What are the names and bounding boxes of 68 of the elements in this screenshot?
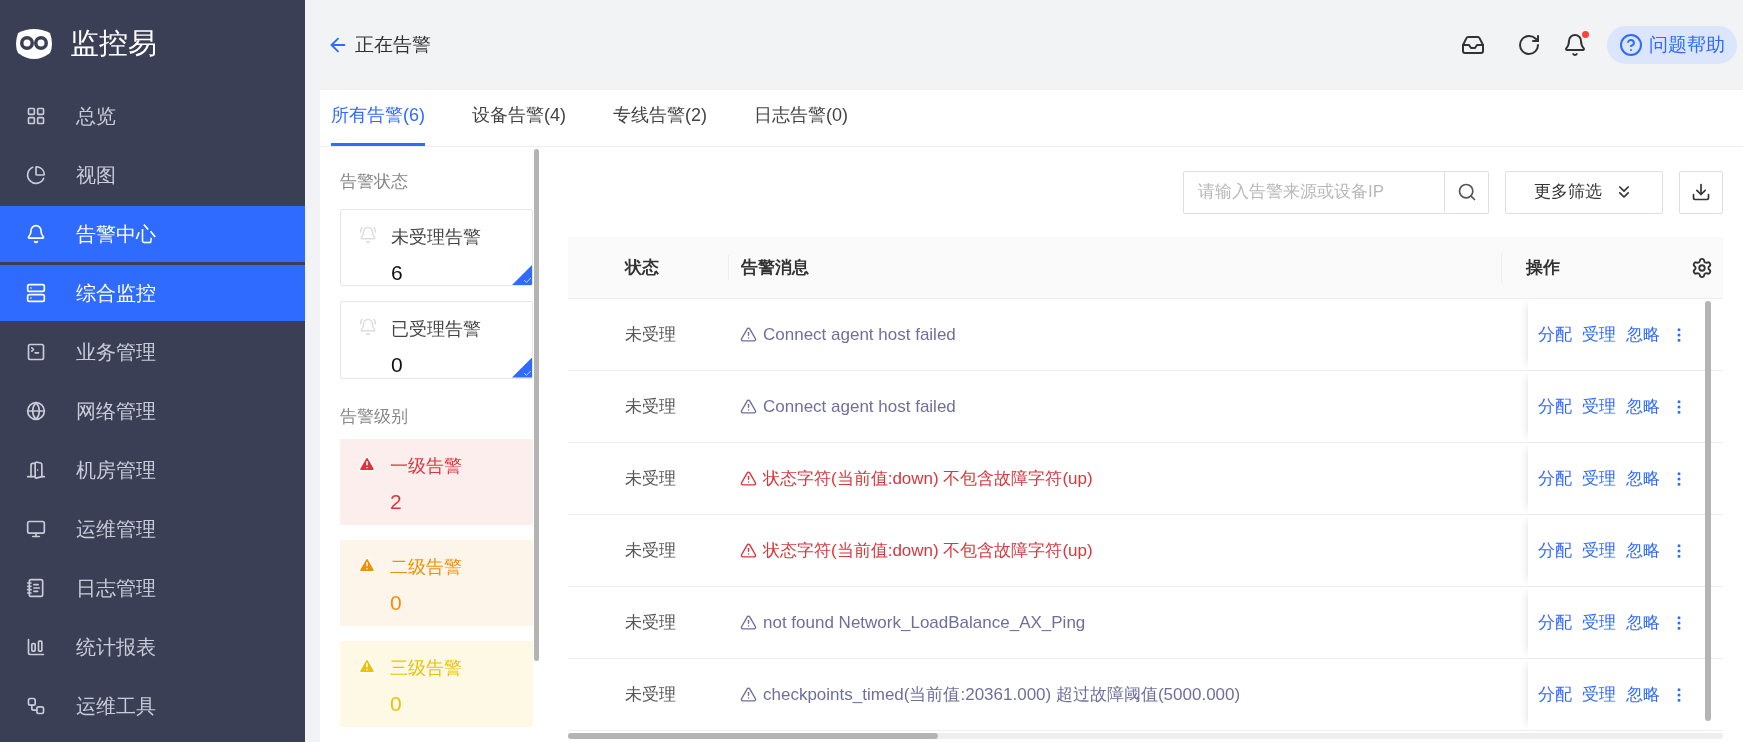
sidebar-item[interactable]: 总览 bbox=[0, 88, 305, 144]
tab[interactable]: 设备告警(4) bbox=[472, 102, 566, 146]
action-link[interactable]: 忽略 bbox=[1626, 465, 1660, 492]
alarm-message: Connect agent host failed bbox=[728, 321, 1513, 348]
column-header: 状态 bbox=[623, 256, 660, 279]
alarm-message: 状态字符(当前值:down) 不包含故障字符(up) bbox=[728, 537, 1513, 564]
alarm-message: 状态字符(当前值:down) 不包含故障字符(up) bbox=[728, 465, 1513, 492]
alarm-message: not found Network_LoadBalance_AX_Ping bbox=[728, 609, 1513, 636]
action-link[interactable]: 忽略 bbox=[1626, 537, 1660, 564]
help-button[interactable]: 问题帮助 bbox=[1607, 26, 1737, 64]
sidebar-item[interactable]: 统计报表 bbox=[0, 619, 305, 675]
tab[interactable]: 所有告警(6) bbox=[331, 102, 425, 146]
card-count: 0 bbox=[390, 590, 403, 616]
sidebar-item[interactable]: 视图 bbox=[0, 147, 305, 203]
action-link[interactable]: 分配 bbox=[1538, 609, 1572, 636]
tab[interactable]: 专线告警(2) bbox=[613, 102, 707, 146]
section-title: 告警状态 bbox=[340, 171, 409, 193]
action-link[interactable]: 忽略 bbox=[1626, 681, 1660, 708]
action-link[interactable]: 分配 bbox=[1538, 321, 1572, 348]
table-cell-text: 未受理 bbox=[624, 395, 677, 418]
alarm-message: Connect agent host failed bbox=[728, 393, 1513, 420]
card-count: 0 bbox=[390, 691, 403, 717]
action-link[interactable]: 分配 bbox=[1538, 465, 1572, 492]
card-label: 二级告警 bbox=[390, 556, 462, 579]
page-title: 正在告警 bbox=[355, 32, 431, 57]
card-label: 一级告警 bbox=[390, 455, 462, 478]
card-label: 三级告警 bbox=[390, 657, 462, 680]
status-filter-card[interactable]: 已受理告警 0 bbox=[340, 301, 533, 379]
column-header: 操作 bbox=[1524, 256, 1561, 279]
card-label: 已受理告警 bbox=[391, 318, 481, 341]
card-count: 6 bbox=[391, 259, 404, 285]
card-count: 2 bbox=[390, 489, 403, 515]
table-cell-text: 未受理 bbox=[624, 539, 677, 562]
action-link[interactable]: 受理 bbox=[1582, 681, 1616, 708]
level-filter-card[interactable]: 一级告警 2 bbox=[340, 439, 533, 525]
table-cell-text: 未受理 bbox=[624, 323, 677, 346]
card-label: 未受理告警 bbox=[391, 225, 481, 249]
alarm-message: checkpoints_timed(当前值:20361.000) 超过故障阈值(5000.000) bbox=[728, 681, 1513, 708]
action-link[interactable]: 受理 bbox=[1582, 537, 1616, 564]
sidebar-item[interactable]: 综合监控 bbox=[0, 265, 305, 321]
table-cell-text: 未受理 bbox=[624, 467, 677, 490]
action-link[interactable]: 受理 bbox=[1582, 609, 1616, 636]
action-link[interactable]: 受理 bbox=[1582, 393, 1616, 420]
status-filter-card[interactable]: 未受理告警 6 bbox=[340, 208, 533, 286]
more-filter-button[interactable]: 更多筛选 bbox=[1505, 170, 1663, 214]
sidebar-item[interactable]: 运维工具 bbox=[0, 678, 305, 734]
sidebar-item[interactable]: 告警中心 bbox=[0, 206, 305, 262]
column-header: 告警消息 bbox=[728, 254, 1501, 281]
table-cell-text: 未受理 bbox=[624, 683, 677, 706]
sidebar-item[interactable]: 运维管理 bbox=[0, 501, 305, 557]
card-count: 0 bbox=[391, 352, 404, 378]
sidebar-item[interactable]: 机房管理 bbox=[0, 442, 305, 498]
sidebar-item[interactable]: 业务管理 bbox=[0, 324, 305, 380]
action-link[interactable]: 受理 bbox=[1582, 465, 1616, 492]
action-link[interactable]: 分配 bbox=[1538, 393, 1572, 420]
app-name: 监控易 bbox=[70, 26, 157, 62]
section-title: 告警级别 bbox=[340, 405, 409, 428]
table-cell-text: 未受理 bbox=[624, 611, 677, 634]
action-link[interactable]: 分配 bbox=[1538, 681, 1572, 708]
tab[interactable]: 日志告警(0) bbox=[754, 102, 848, 146]
sidebar-item[interactable]: 日志管理 bbox=[0, 560, 305, 616]
action-link[interactable]: 忽略 bbox=[1626, 393, 1660, 420]
sidebar-item[interactable]: 网络管理 bbox=[0, 383, 305, 439]
action-link[interactable]: 忽略 bbox=[1626, 321, 1660, 348]
action-link[interactable]: 受理 bbox=[1582, 321, 1616, 348]
search-field[interactable]: 请输入告警来源或设备IP bbox=[1183, 170, 1445, 214]
action-link[interactable]: 分配 bbox=[1538, 537, 1572, 564]
action-link[interactable]: 忽略 bbox=[1626, 609, 1660, 636]
